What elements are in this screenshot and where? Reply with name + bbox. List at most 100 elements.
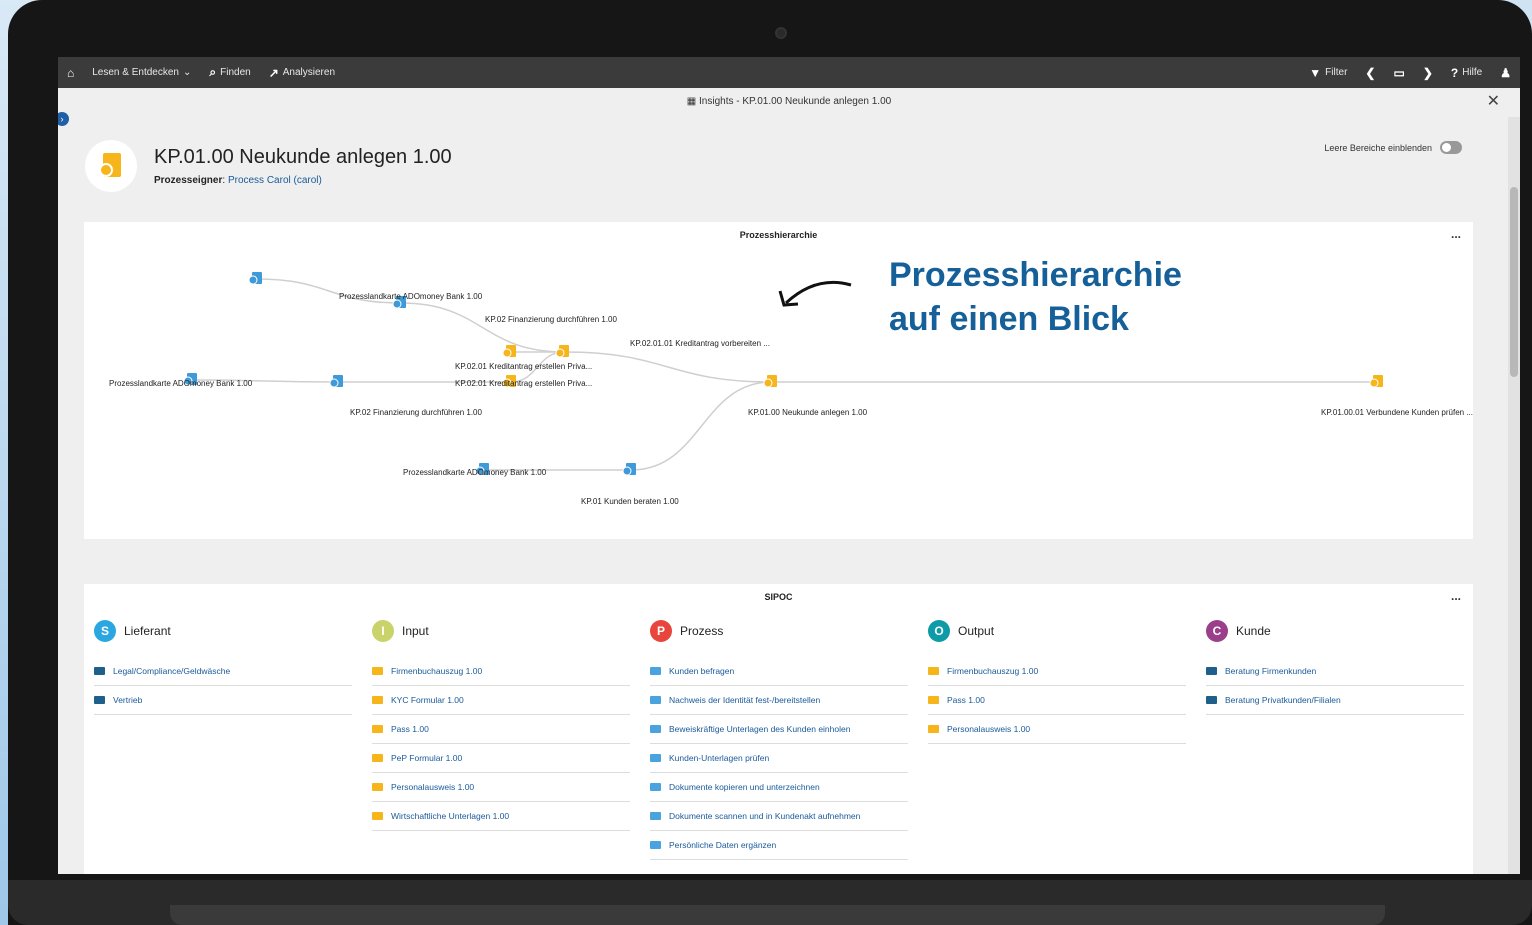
object-type-icon	[650, 754, 661, 762]
sipoc-list-item[interactable]: Beratung Firmenkunden	[1206, 657, 1464, 686]
object-type-icon	[928, 667, 939, 675]
sipoc-list-item[interactable]: Personalausweis 1.00	[928, 715, 1186, 744]
object-type-icon	[372, 725, 383, 733]
read-explore-menu[interactable]: Lesen & Entdecken ⌄	[83, 57, 200, 88]
sipoc-list-item[interactable]: Kunden-Unterlagen prüfen	[650, 744, 908, 773]
sipoc-list-item[interactable]: Beratung Privatkunden/Filialen	[1206, 686, 1464, 715]
sipoc-list-item[interactable]: Legal/Compliance/Geldwäsche	[94, 657, 352, 686]
sipoc-list-item[interactable]: Dokumente scannen und in Kundenakt aufne…	[650, 802, 908, 831]
scrollbar[interactable]	[1508, 117, 1520, 874]
process-node-icon[interactable]	[763, 375, 777, 388]
camera	[775, 27, 787, 39]
sipoc-item-label: Dokumente kopieren und unterzeichnen	[669, 782, 820, 792]
object-type-icon	[1206, 696, 1217, 704]
process-node-icon[interactable]	[1369, 375, 1383, 388]
hierarchy-node-label[interactable]: KP.02 Finanzierung durchführen 1.00	[350, 408, 482, 417]
sipoc-column-header: O Output	[928, 620, 1186, 642]
object-type-icon	[650, 725, 661, 733]
sipoc-item-label: Nachweis der Identität fest-/bereitstell…	[669, 695, 821, 705]
more-icon[interactable]: ...	[1451, 589, 1461, 603]
sipoc-list-item[interactable]: Persönliche Daten ergänzen	[650, 831, 908, 860]
sipoc-list-item[interactable]: Pass 1.00	[928, 686, 1186, 715]
sipoc-column-input: I Input Firmenbuchauszug 1.00 KYC Formular …	[372, 620, 630, 831]
process-node-icon[interactable]	[502, 345, 516, 358]
sipoc-list-item[interactable]: KYC Formular 1.00	[372, 686, 630, 715]
hierarchy-node-label[interactable]: KP.01 Kunden beraten 1.00	[581, 497, 679, 506]
close-button[interactable]: ✕	[1487, 88, 1500, 116]
hierarchy-node-label[interactable]: KP.02.01 Kreditantrag erstellen Priva...	[455, 362, 592, 371]
sipoc-item-label: Kunden befragen	[669, 666, 735, 676]
chevron-right-icon: ❯	[1422, 65, 1433, 80]
chevron-left-icon: ❮	[1365, 65, 1376, 80]
sipoc-item-label: Firmenbuchauszug 1.00	[391, 666, 483, 676]
scrollbar-thumb[interactable]	[1510, 187, 1518, 377]
sipoc-column-title: Output	[958, 624, 995, 638]
hierarchy-edge	[563, 351, 773, 383]
top-navigation: ⌂ Lesen & Entdecken ⌄ ⌕ Finden ↗ Analysiere…	[58, 57, 1520, 88]
process-map-node-icon[interactable]	[622, 463, 636, 476]
window-title: Insights - KP.01.00 Neukunde anlegen 1.0…	[699, 96, 892, 107]
object-type-icon	[928, 725, 939, 733]
filter-button[interactable]: ▼ Filter	[1300, 57, 1356, 88]
hierarchy-node-label[interactable]: Prozesslandkarte ADOmoney Bank 1.00	[403, 468, 546, 477]
sipoc-item-label: Persönliche Daten ergänzen	[669, 840, 777, 850]
object-type-icon	[650, 667, 661, 675]
sipoc-list-item[interactable]: Beweiskräftige Unterlagen des Kunden ein…	[650, 715, 908, 744]
user-button[interactable]: ♟	[1491, 57, 1520, 88]
object-type-icon	[928, 696, 939, 704]
find-button[interactable]: ⌕ Finden	[200, 57, 259, 88]
sipoc-list-item[interactable]: Kunden befragen	[650, 657, 908, 686]
hierarchy-node-label[interactable]: Prozesslandkarte ADOmoney Bank 1.00	[109, 379, 252, 388]
process-node-icon[interactable]	[555, 345, 569, 358]
hierarchy-node-label[interactable]: KP.02.01.01 Kreditantrag vorbereiten ...	[630, 339, 770, 348]
hierarchy-edge	[400, 302, 565, 353]
sipoc-column-header: S Lieferant	[94, 620, 352, 642]
sipoc-title: SIPOC	[764, 592, 793, 602]
window-icon: ▭	[1393, 65, 1405, 80]
sipoc-badge-icon: S	[94, 620, 116, 642]
sipoc-list-item[interactable]: Dokumente kopieren und unterzeichnen	[650, 773, 908, 802]
chart-icon: ↗	[268, 65, 279, 80]
sipoc-item-label: Vertrieb	[113, 695, 143, 705]
hierarchy-edge	[630, 381, 773, 471]
object-type-icon	[650, 812, 661, 820]
hierarchy-node-label[interactable]: Prozesslandkarte ADOmoney Bank 1.00	[339, 292, 482, 301]
sipoc-list-item[interactable]: Personalausweis 1.00	[372, 773, 630, 802]
search-icon: ⌕	[209, 65, 217, 79]
process-map-node-icon[interactable]	[329, 375, 343, 388]
sipoc-item-label: Beratung Firmenkunden	[1225, 666, 1317, 676]
sipoc-list-item[interactable]: PeP Formular 1.00	[372, 744, 630, 773]
sipoc-column-lieferant: S Lieferant Legal/Compliance/Geldwäsche Ver…	[94, 620, 352, 715]
sipoc-list-item[interactable]: Pass 1.00	[372, 715, 630, 744]
sipoc-column-header: P Prozess	[650, 620, 908, 642]
object-type-icon	[372, 696, 383, 704]
hierarchy-node-label[interactable]: KP.02 Finanzierung durchführen 1.00	[485, 315, 617, 324]
sipoc-item-label: Pass 1.00	[947, 695, 985, 705]
empty-areas-toggle[interactable]: Leere Bereiche einblenden	[1324, 141, 1462, 154]
sipoc-list-item[interactable]: Firmenbuchauszug 1.00	[928, 657, 1186, 686]
page-title: KP.01.00 Neukunde anlegen 1.00	[154, 146, 452, 168]
sipoc-list-item[interactable]: Nachweis der Identität fest-/bereitstell…	[650, 686, 908, 715]
owner-link[interactable]: Process Carol (carol)	[228, 175, 322, 186]
back-button[interactable]: ❮	[1356, 57, 1384, 88]
hierarchy-node-label[interactable]: KP.01.00 Neukunde anlegen 1.00	[748, 408, 867, 417]
process-map-node-icon[interactable]	[248, 272, 262, 285]
hierarchy-node-label[interactable]: KP.01.00.01 Verbundene Kunden prüfen ...	[1321, 408, 1473, 417]
hierarchy-node-label[interactable]: KP.02.01 Kreditantrag erstellen Priva...	[455, 379, 592, 388]
forward-button[interactable]: ❯	[1414, 57, 1442, 88]
sipoc-column-output: O Output Firmenbuchauszug 1.00 Pass 1.00 Per…	[928, 620, 1186, 744]
object-type-icon	[650, 783, 661, 791]
sipoc-list-item[interactable]: Firmenbuchauszug 1.00	[372, 657, 630, 686]
home-button[interactable]: ⌂	[58, 57, 83, 88]
sipoc-list-item[interactable]: Vertrieb	[94, 686, 352, 715]
toggle-switch[interactable]	[1440, 141, 1462, 154]
help-button[interactable]: ? Hilfe	[1442, 57, 1491, 88]
object-type-icon	[372, 812, 383, 820]
analyze-button[interactable]: ↗ Analysieren	[260, 57, 344, 88]
process-owner: Prozesseigner: Process Carol (carol)	[154, 175, 322, 186]
sipoc-item-label: PeP Formular 1.00	[391, 753, 463, 763]
window-button[interactable]: ▭	[1384, 57, 1413, 88]
sidebar-expand-icon[interactable]: ›	[58, 112, 69, 126]
sipoc-list-item[interactable]: Wirtschaftliche Unterlagen 1.00	[372, 802, 630, 831]
sipoc-item-label: Beratung Privatkunden/Filialen	[1225, 695, 1341, 705]
